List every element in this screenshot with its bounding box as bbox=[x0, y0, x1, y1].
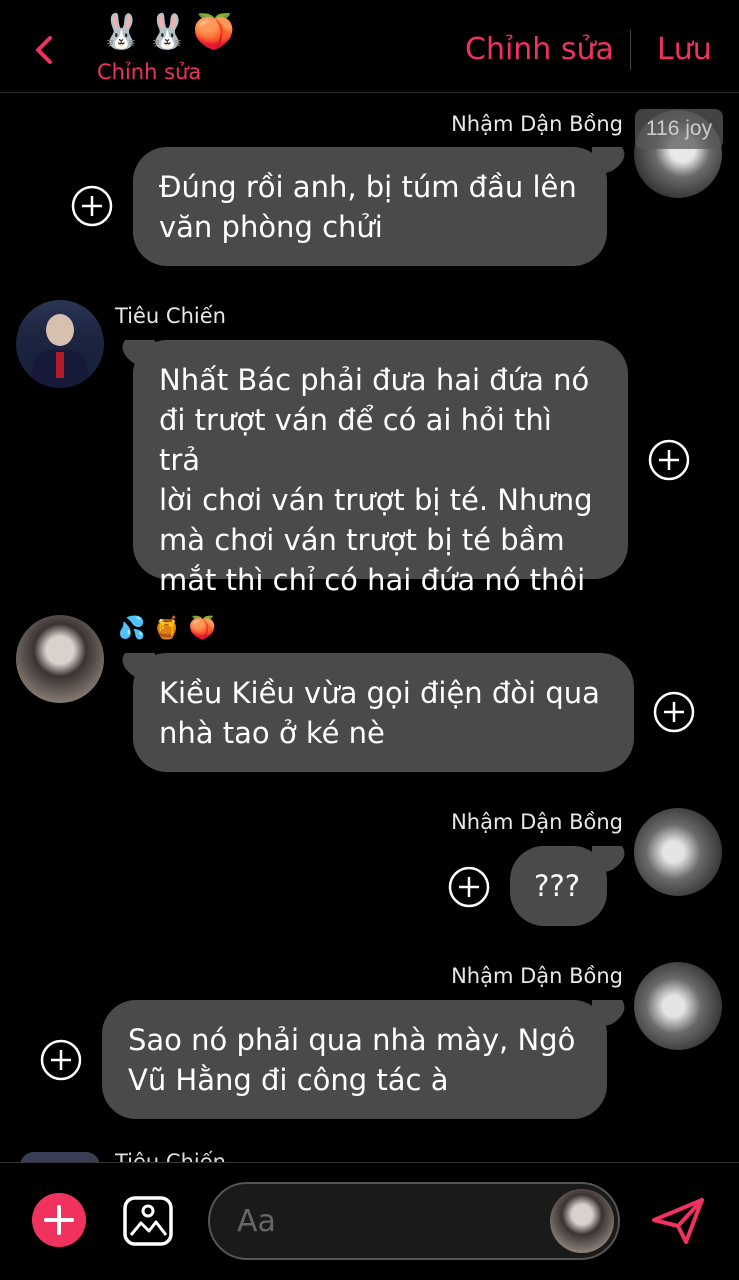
message-line: đi trượt ván để có ai hỏi thì trả bbox=[159, 403, 552, 477]
avatar[interactable] bbox=[634, 962, 722, 1050]
message-line: Vũ Hằng đi công tác à bbox=[128, 1063, 449, 1097]
conversation-emoji-title: 🐰🐰🍑 bbox=[100, 13, 240, 51]
message-line: mắt thì chỉ có hai đứa nó thôi bbox=[159, 563, 586, 597]
bubble-tail bbox=[592, 147, 625, 177]
message-line: Kiều Kiều vừa gọi điện đòi qua bbox=[159, 676, 600, 710]
add-reaction-icon[interactable] bbox=[448, 866, 490, 908]
message-line: Nhất Bác phải đưa hai đứa nó bbox=[159, 363, 590, 397]
message-sender: Nhậm Dận Bồng bbox=[451, 810, 623, 834]
avatar[interactable] bbox=[16, 300, 104, 388]
save-button[interactable]: Lưu bbox=[657, 32, 712, 67]
message-input-placeholder: Aa bbox=[237, 1204, 276, 1239]
add-reaction-icon[interactable] bbox=[653, 691, 695, 733]
watermark: 116 joy bbox=[635, 109, 723, 149]
message-bubble[interactable]: Kiều Kiều vừa gọi điện đòi qua nhà tao ở… bbox=[133, 653, 634, 772]
add-reaction-icon[interactable] bbox=[71, 185, 113, 227]
message-line: Sao nó phải qua nhà mày, Ngô bbox=[128, 1023, 576, 1057]
bubble-tail bbox=[592, 1000, 625, 1030]
add-reaction-icon[interactable] bbox=[40, 1039, 82, 1081]
send-icon[interactable] bbox=[650, 1196, 706, 1246]
message-sender: Nhậm Dận Bồng bbox=[451, 964, 623, 988]
edit-button[interactable]: Chỉnh sửa bbox=[465, 32, 614, 67]
message-sender: 💦🍯🍑 bbox=[118, 615, 225, 640]
message-line: văn phòng chửi bbox=[159, 210, 383, 244]
message-line: mà chơi ván trượt bị té bầm bbox=[159, 523, 565, 557]
bubble-tail bbox=[592, 846, 625, 876]
message-line: nhà tao ở ké nè bbox=[159, 716, 385, 750]
add-reaction-icon[interactable] bbox=[648, 439, 690, 481]
message-bubble[interactable]: Đúng rồi anh, bị túm đầu lên văn phòng c… bbox=[133, 147, 607, 266]
header-divider bbox=[630, 30, 631, 70]
message-bubble[interactable]: Sao nó phải qua nhà mày, Ngô Vũ Hằng đi … bbox=[102, 1000, 607, 1119]
plus-icon[interactable] bbox=[32, 1193, 86, 1247]
message-sender: Tiêu Chiến bbox=[115, 304, 226, 328]
avatar[interactable] bbox=[550, 1189, 614, 1253]
message-line: Đúng rồi anh, bị túm đầu lên bbox=[159, 170, 577, 204]
message-line: ??? bbox=[534, 869, 581, 903]
avatar[interactable] bbox=[634, 808, 722, 896]
message-bubble[interactable]: Nhất Bác phải đưa hai đứa nó đi trượt vá… bbox=[133, 340, 628, 597]
message-sender: Nhậm Dận Bồng bbox=[451, 112, 623, 136]
message-line: lời chơi ván trượt bị té. Nhưng bbox=[159, 483, 593, 517]
avatar[interactable] bbox=[16, 615, 104, 703]
message-sender: Tiêu Chiến bbox=[115, 1150, 226, 1162]
chevron-left-icon[interactable] bbox=[30, 30, 60, 70]
image-icon[interactable] bbox=[122, 1195, 174, 1247]
conversation-subtitle: Chỉnh sửa bbox=[97, 60, 202, 84]
